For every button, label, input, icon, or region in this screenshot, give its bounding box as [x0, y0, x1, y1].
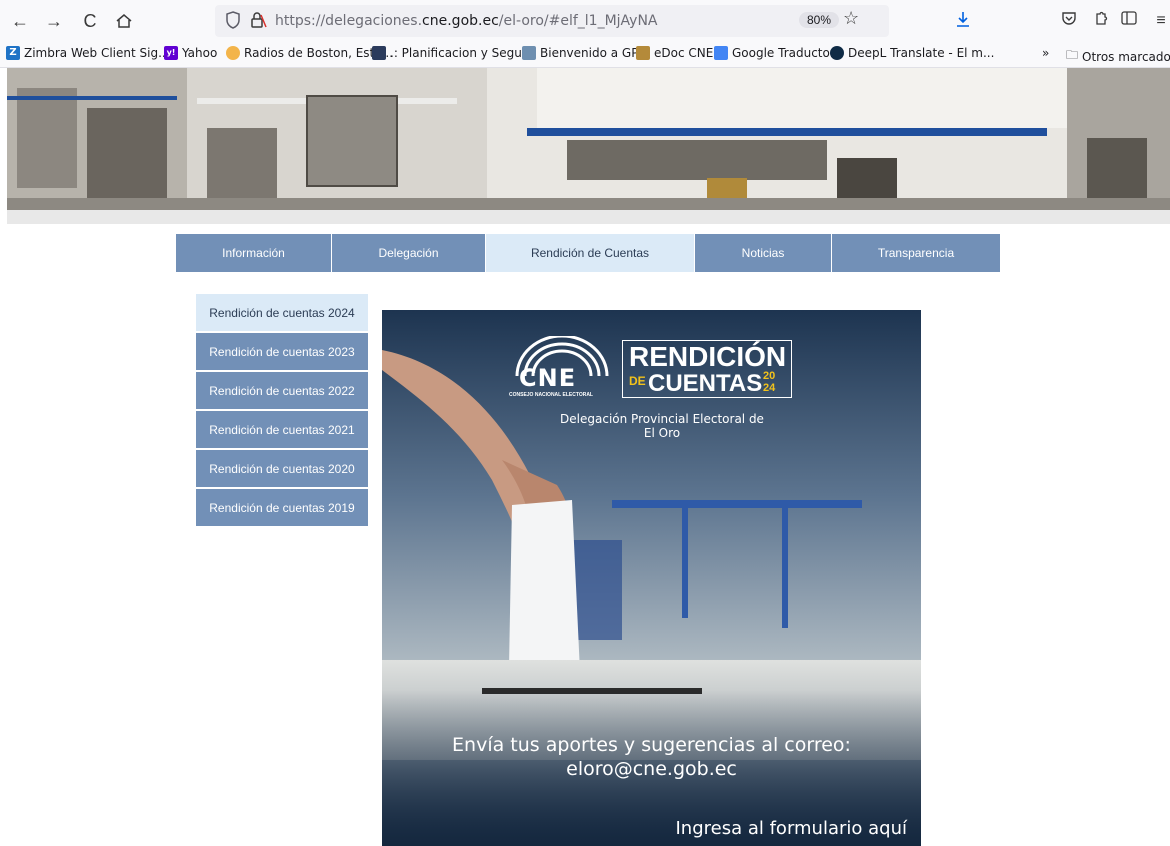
poster-subtitle-line2: El Oro: [643, 426, 681, 440]
other-bookmarks-folder[interactable]: 🗀Otros marcadores: [1066, 46, 1170, 67]
bookmark-label: Zimbra Web Client Sig...: [24, 46, 170, 60]
bookmark-planificacion[interactable]: .: Planificacion y Segui...: [372, 46, 537, 60]
download-icon[interactable]: [952, 10, 974, 32]
bookmark-radios[interactable]: Radios de Boston, Esta...: [226, 46, 393, 60]
gpr-icon: [522, 46, 536, 60]
url-text: https://delegaciones.cne.gob.ec/el-oro/#…: [275, 13, 658, 29]
browser-chrome: ← → C https://delegaciones.cne.gob.ec/el…: [0, 0, 1170, 68]
bookmark-label: Radios de Boston, Esta...: [244, 46, 394, 60]
bookmark-edoc[interactable]: eDoc CNE: [636, 46, 713, 60]
sidebar-menu: Rendición de cuentas 2024 Rendición de c…: [196, 294, 368, 528]
cne-logo-text: CNE: [519, 364, 577, 392]
cne-logo: CNE CONSEJO NACIONAL ELECTORAL: [507, 336, 617, 400]
browser-toolbar: ← → C https://delegaciones.cne.gob.ec/el…: [0, 0, 1170, 42]
bookmarks-bar: Z Zimbra Web Client Sig... y! Yahoo Radios…: [0, 42, 1170, 68]
nav-informacion[interactable]: Información: [176, 234, 332, 272]
header-banner-image: [7, 68, 1170, 210]
poster-cta-link[interactable]: Ingresa al formulario aquí: [675, 818, 907, 839]
planificacion-icon: [372, 46, 386, 60]
bookmark-label: Bienvenido a GPR: [540, 46, 647, 60]
bookmark-star-icon[interactable]: ☆: [843, 8, 859, 29]
yahoo-icon: y!: [164, 46, 178, 60]
home-icon[interactable]: [112, 9, 136, 33]
cne-logo-subtext: CONSEJO NACIONAL ELECTORAL: [509, 392, 593, 398]
address-bar[interactable]: https://delegaciones.cne.gob.ec/el-oro/#…: [215, 5, 889, 37]
forward-arrow-icon[interactable]: →: [42, 9, 66, 33]
pocket-icon[interactable]: [1058, 10, 1080, 32]
rendicion-title-box: RENDICIÓN DE CUENTAS 20 24: [622, 340, 792, 398]
zoom-indicator[interactable]: 80%: [799, 12, 840, 28]
poster-subtitle: Delegación Provincial Electoral de El Or…: [532, 412, 792, 440]
edoc-icon: [636, 46, 650, 60]
poster-email[interactable]: eloro@cne.gob.ec: [382, 757, 921, 781]
bookmark-yahoo[interactable]: y! Yahoo: [164, 46, 217, 60]
nav-noticias[interactable]: Noticias: [695, 234, 832, 272]
rendicion-title-line1: RENDICIÓN: [629, 341, 787, 372]
bookmark-gpr[interactable]: Bienvenido a GPR: [522, 46, 647, 60]
poster-subtitle-line1: Delegación Provincial Electoral de: [560, 412, 764, 426]
poster-message-line1: Envía tus aportes y sugerencias al corre…: [452, 734, 851, 756]
zimbra-icon: Z: [6, 46, 20, 60]
google-translate-icon: [714, 46, 728, 60]
bookmark-google-traductor[interactable]: Google Traductor: [714, 46, 835, 60]
bookmark-label: eDoc CNE: [654, 46, 714, 60]
rendicion-title-line2: CUENTAS: [648, 370, 763, 397]
reload-icon[interactable]: C: [78, 9, 102, 33]
bookmark-label: Google Traductor: [732, 46, 835, 60]
bookmark-label: DeepL Translate - El m...: [848, 46, 995, 60]
extensions-icon[interactable]: [1090, 10, 1112, 32]
folder-icon: 🗀: [1066, 48, 1079, 62]
poster-message: Envía tus aportes y sugerencias al corre…: [382, 733, 921, 781]
main-nav: Información Delegación Rendición de Cuen…: [176, 234, 1000, 272]
radio-icon: [226, 46, 240, 60]
menu-icon[interactable]: ≡: [1150, 10, 1170, 32]
bookmark-deepl[interactable]: DeepL Translate - El m...: [830, 46, 994, 60]
banner-bottom-band: [7, 210, 1170, 224]
rendicion-title-de: DE: [629, 374, 646, 388]
sidebar-toggle-icon[interactable]: [1118, 10, 1140, 32]
sidebar-item-2019[interactable]: Rendición de cuentas 2019: [196, 489, 368, 528]
nav-transparencia[interactable]: Transparencia: [832, 234, 1000, 272]
sidebar-item-2022[interactable]: Rendición de cuentas 2022: [196, 372, 368, 411]
rendicion-year-top: 20: [763, 370, 776, 382]
more-bookmarks-chevron-icon[interactable]: »: [1042, 46, 1049, 60]
sidebar-item-2021[interactable]: Rendición de cuentas 2021: [196, 411, 368, 450]
tracking-shield-icon[interactable]: [225, 11, 241, 34]
nav-delegacion[interactable]: Delegación: [332, 234, 486, 272]
bookmark-label: Yahoo: [182, 46, 218, 60]
bookmark-zimbra[interactable]: Z Zimbra Web Client Sig...: [6, 46, 170, 60]
sidebar-item-2020[interactable]: Rendición de cuentas 2020: [196, 450, 368, 489]
lock-icon[interactable]: [249, 11, 267, 29]
bookmark-label: .: Planificacion y Segui...: [390, 46, 537, 60]
deepl-icon: [830, 46, 844, 60]
sidebar-item-2024[interactable]: Rendición de cuentas 2024: [196, 294, 368, 333]
sidebar-item-2023[interactable]: Rendición de cuentas 2023: [196, 333, 368, 372]
rendicion-year-bottom: 24: [763, 382, 776, 394]
nav-rendicion-de-cuentas[interactable]: Rendición de Cuentas: [486, 234, 695, 272]
bookmark-label: Otros marcadores: [1082, 49, 1170, 64]
rendicion-poster[interactable]: CNE CONSEJO NACIONAL ELECTORAL RENDICIÓN…: [382, 310, 921, 846]
back-arrow-icon[interactable]: ←: [8, 9, 32, 33]
